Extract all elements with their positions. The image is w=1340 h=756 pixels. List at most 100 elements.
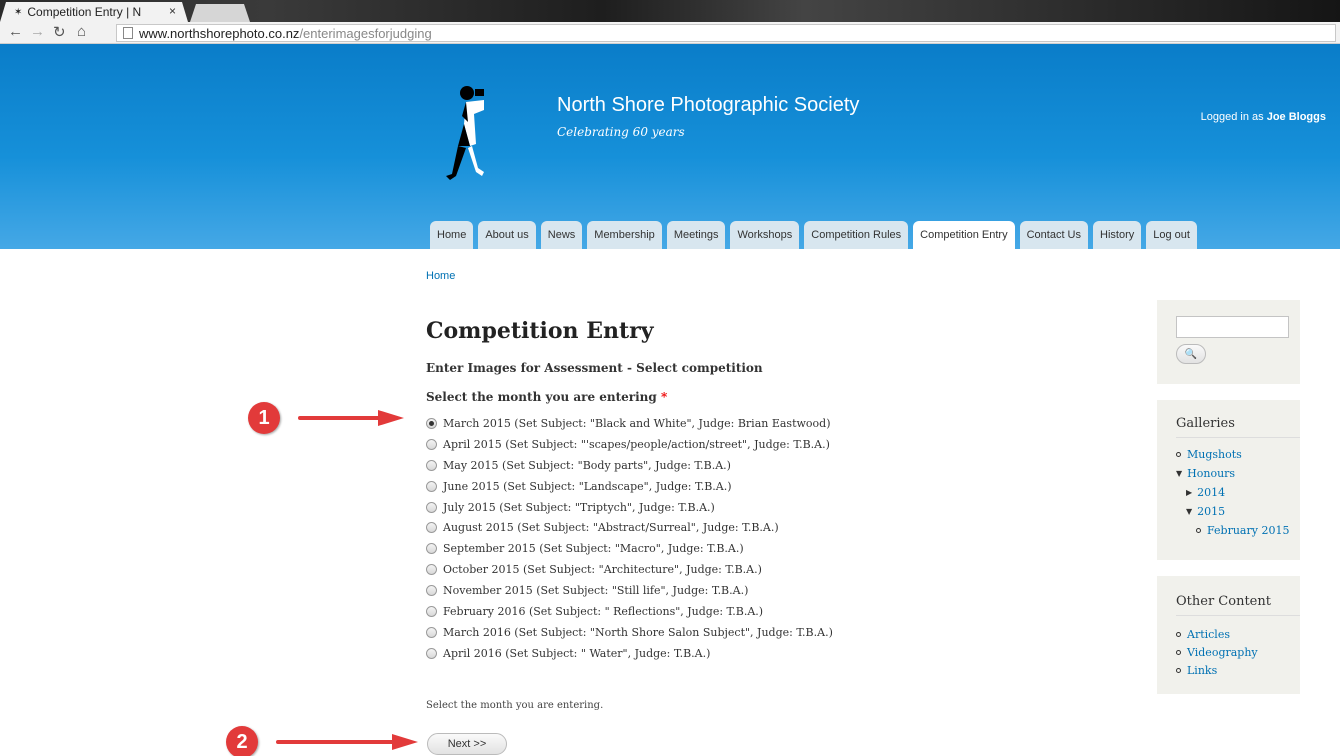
link-videography[interactable]: Videography [1187, 646, 1258, 659]
menu-item-competition-rules[interactable]: Competition Rules [804, 221, 909, 249]
search-input[interactable] [1176, 316, 1289, 338]
browser-tab-new[interactable] [190, 4, 250, 22]
menu-item-log-out[interactable]: Log out [1146, 221, 1197, 249]
radio-option-label[interactable]: March 2015 (Set Subject: "Black and Whit… [443, 417, 830, 430]
radio-option-label[interactable]: June 2015 (Set Subject: "Landscape", Jud… [443, 480, 732, 493]
menu-item-history[interactable]: History [1093, 221, 1142, 249]
radio-button[interactable] [426, 417, 437, 429]
menu-item-competition-entry[interactable]: Competition Entry [913, 221, 1015, 249]
radio-option-label[interactable]: May 2015 (Set Subject: "Body parts", Jud… [443, 459, 731, 472]
forward-arrow-icon[interactable]: → [30, 23, 45, 40]
menu-item-about-us[interactable]: About us [478, 221, 536, 249]
list-item[interactable]: ▼ Honours [1176, 464, 1289, 483]
radio-button[interactable] [426, 480, 437, 492]
annotation-badge-1: 1 [248, 402, 280, 434]
menu-item-news[interactable]: News [540, 221, 583, 249]
back-arrow-icon[interactable]: ← [8, 23, 23, 40]
radio-option[interactable]: July 2015 (Set Subject: "Triptych", Judg… [426, 497, 833, 518]
gallery-link-honours[interactable]: Honours [1187, 467, 1235, 480]
logged-in-user[interactable]: Joe Bloggs [1267, 111, 1326, 123]
main-menu: Home About us News Membership Meetings W… [430, 221, 1202, 249]
radio-button[interactable] [426, 626, 437, 638]
browser-toolbar: ← → ↻ ⌂ www.northshorephoto.co.nz/enteri… [0, 22, 1340, 44]
radio-option-label[interactable]: July 2015 (Set Subject: "Triptych", Judg… [443, 501, 715, 514]
home-icon[interactable]: ⌂ [77, 23, 86, 40]
breadcrumb[interactable]: Home [426, 270, 455, 282]
radio-button[interactable] [426, 605, 437, 617]
radio-option[interactable]: October 2015 (Set Subject: "Architecture… [426, 559, 833, 580]
radio-option-label[interactable]: October 2015 (Set Subject: "Architecture… [443, 563, 762, 576]
radio-option[interactable]: March 2016 (Set Subject: "North Shore Sa… [426, 622, 833, 643]
radio-button[interactable] [426, 522, 437, 534]
search-button[interactable]: 🔍 [1176, 344, 1206, 364]
radio-option-label[interactable]: February 2016 (Set Subject: " Reflection… [443, 605, 763, 618]
radio-option-label[interactable]: April 2015 (Set Subject: "'scapes/people… [443, 438, 830, 451]
radio-option[interactable]: March 2015 (Set Subject: "Black and Whit… [426, 413, 833, 434]
radio-option[interactable]: September 2015 (Set Subject: "Macro", Ju… [426, 538, 833, 559]
browser-tab-active[interactable]: ✶ Competition Entry | N × [0, 2, 188, 22]
radio-button[interactable] [426, 459, 437, 471]
list-item[interactable]: Mugshots [1176, 445, 1289, 464]
bullet-icon [1176, 631, 1181, 637]
bullet-icon [1176, 452, 1181, 457]
gallery-link-february-2015[interactable]: February 2015 [1207, 524, 1289, 537]
radio-button[interactable] [426, 543, 437, 555]
other-content-title: Other Content [1176, 594, 1300, 616]
caret-right-icon: ▶ [1186, 488, 1193, 497]
browser-tab-title: Competition Entry | N [27, 5, 142, 19]
url-host: www.northshorephoto.co.nz [139, 25, 300, 41]
list-item[interactable]: ▶ 2014 [1176, 483, 1289, 502]
site-name[interactable]: North Shore Photographic Society [557, 94, 859, 117]
list-item[interactable]: Articles [1176, 625, 1258, 643]
bullet-icon [1196, 528, 1201, 533]
menu-item-contact-us[interactable]: Contact Us [1019, 221, 1089, 249]
radio-option-label[interactable]: March 2016 (Set Subject: "North Shore Sa… [443, 626, 833, 639]
month-field-label: Select the month you are entering * [426, 390, 667, 404]
menu-item-meetings[interactable]: Meetings [666, 221, 726, 249]
gallery-link-2015[interactable]: 2015 [1197, 505, 1225, 518]
radio-option[interactable]: February 2016 (Set Subject: " Reflection… [426, 601, 833, 622]
radio-button[interactable] [426, 501, 437, 513]
menu-item-home[interactable]: Home [430, 221, 474, 249]
page-icon [123, 27, 133, 39]
list-item[interactable]: February 2015 [1176, 521, 1289, 540]
bullet-icon [1176, 649, 1181, 655]
next-button[interactable]: Next >> [427, 733, 507, 755]
radio-option[interactable]: June 2015 (Set Subject: "Landscape", Jud… [426, 476, 833, 497]
reload-icon[interactable]: ↻ [53, 23, 66, 41]
radio-option[interactable]: November 2015 (Set Subject: "Still life"… [426, 580, 833, 601]
society-logo-icon[interactable] [440, 84, 500, 194]
radio-button[interactable] [426, 647, 437, 659]
browser-tabstrip: ✶ Competition Entry | N × [0, 0, 1340, 22]
radio-button[interactable] [426, 438, 437, 450]
radio-button[interactable] [426, 585, 437, 597]
list-item[interactable]: Videography [1176, 643, 1258, 661]
menu-item-workshops[interactable]: Workshops [730, 221, 800, 249]
radio-option-label[interactable]: August 2015 (Set Subject: "Abstract/Surr… [443, 521, 779, 534]
gallery-link-2014[interactable]: 2014 [1197, 486, 1225, 499]
radio-option[interactable]: August 2015 (Set Subject: "Abstract/Surr… [426, 517, 833, 538]
site-favicon-icon: ✶ [14, 6, 23, 18]
galleries-list: Mugshots ▼ Honours ▶ 2014 ▼ 2015 February 2… [1176, 445, 1289, 540]
link-articles[interactable]: Articles [1187, 628, 1230, 641]
radio-option[interactable]: May 2015 (Set Subject: "Body parts", Jud… [426, 455, 833, 476]
address-bar[interactable]: www.northshorephoto.co.nz/enterimagesfor… [116, 24, 1336, 42]
logged-in-prefix: Logged in as [1200, 111, 1264, 123]
search-block: 🔍 [1157, 300, 1300, 384]
list-item[interactable]: ▼ 2015 [1176, 502, 1289, 521]
link-links[interactable]: Links [1187, 664, 1217, 677]
logged-in-status: Logged in as Joe Bloggs [1201, 111, 1326, 123]
gallery-link-mugshots[interactable]: Mugshots [1187, 448, 1242, 461]
radio-option-label[interactable]: April 2016 (Set Subject: " Water", Judge… [443, 647, 710, 660]
radio-option-label[interactable]: September 2015 (Set Subject: "Macro", Ju… [443, 542, 744, 555]
radio-option[interactable]: April 2016 (Set Subject: " Water", Judge… [426, 643, 833, 664]
annotation-arrow-1-icon [298, 410, 404, 426]
tab-close-icon[interactable]: × [169, 4, 176, 18]
radio-button[interactable] [426, 564, 437, 576]
search-icon: 🔍 [1184, 348, 1198, 360]
list-item[interactable]: Links [1176, 661, 1258, 679]
menu-item-membership[interactable]: Membership [587, 221, 662, 249]
radio-option[interactable]: April 2015 (Set Subject: "'scapes/people… [426, 434, 833, 455]
url-path: /enterimagesforjudging [299, 25, 432, 41]
radio-option-label[interactable]: November 2015 (Set Subject: "Still life"… [443, 584, 748, 597]
